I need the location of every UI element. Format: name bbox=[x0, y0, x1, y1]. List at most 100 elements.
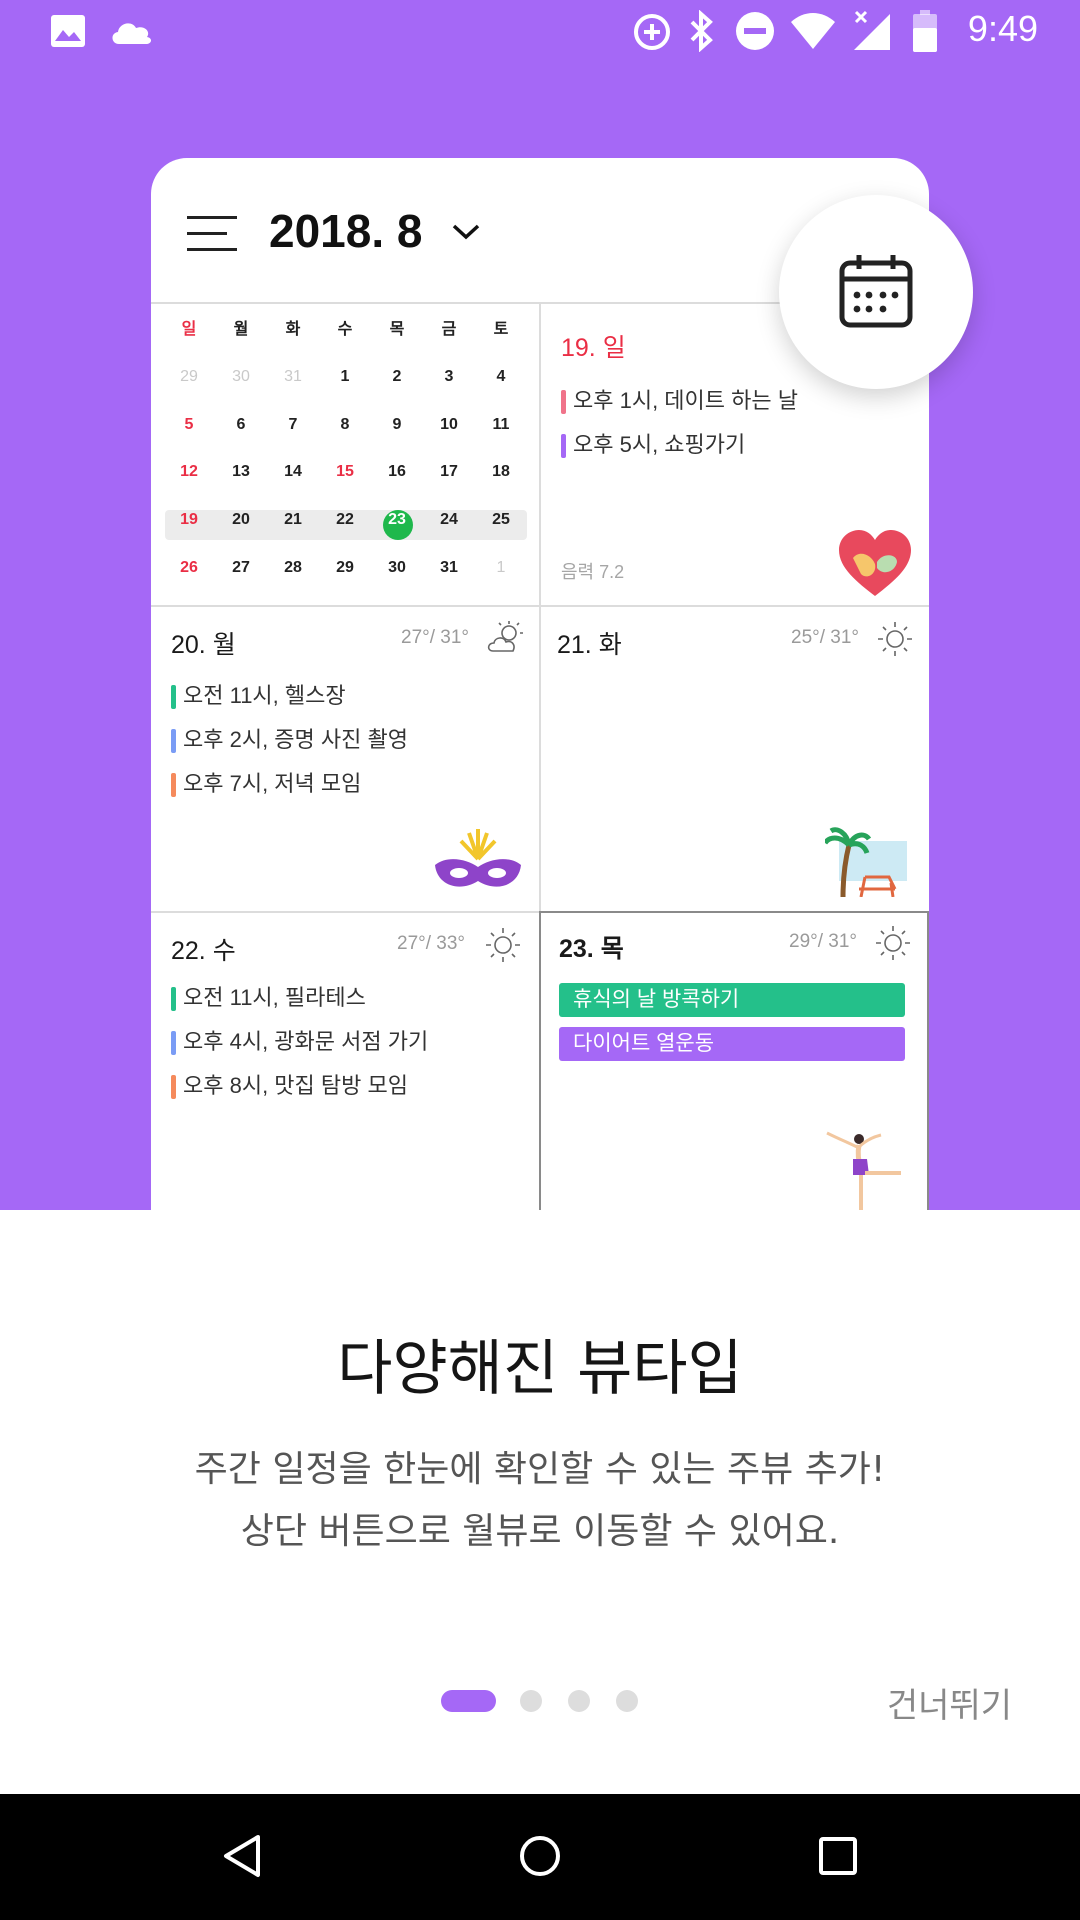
event-item: 오후 8시, 맛집 탐방 모임 bbox=[171, 1071, 408, 1101]
event-label: 오후 1시, 데이트 하는 날 bbox=[573, 388, 798, 413]
heart-icon bbox=[837, 528, 913, 602]
page-dot[interactable] bbox=[520, 1690, 542, 1712]
weekday-header: 일 월 화 수 목 금 토 bbox=[163, 310, 543, 350]
calendar-icon bbox=[839, 253, 913, 333]
event-color-bar bbox=[171, 987, 176, 1011]
date-cell: 13 bbox=[232, 463, 250, 480]
event-label: 오후 8시, 맛집 탐방 모임 bbox=[183, 1073, 408, 1098]
page-dot[interactable] bbox=[616, 1690, 638, 1712]
temperature: 27°/ 31° bbox=[401, 627, 470, 648]
date-cell: 25 bbox=[492, 511, 510, 528]
day-cell-20: 20. 월 27°/ 31° 오전 11시, 헬스장 오후 2시, 증명 사진 … bbox=[151, 607, 539, 911]
day-cell-22: 22. 수 27°/ 33° 오전 11시, 필라테스 오후 4시, 광화문 서… bbox=[151, 913, 539, 1210]
dancer-icon bbox=[823, 1127, 907, 1210]
event-item: 휴식의 날 방콕하기 bbox=[559, 983, 905, 1017]
date-cell: 5 bbox=[184, 416, 194, 433]
date-cell: 12 bbox=[180, 463, 198, 480]
partly-cloudy-icon bbox=[487, 621, 525, 659]
date-cell: 17 bbox=[440, 463, 458, 480]
event-item: 오전 11시, 헬스장 bbox=[171, 681, 346, 711]
weekday-label: 화 bbox=[285, 321, 301, 338]
chevron-down-icon bbox=[451, 222, 481, 246]
weekday-label: 목 bbox=[389, 321, 405, 338]
event-item: 오후 2시, 증명 사진 촬영 bbox=[171, 725, 408, 755]
date-cell: 10 bbox=[440, 416, 458, 433]
date-cell: 22 bbox=[336, 511, 354, 528]
sun-icon bbox=[485, 927, 521, 967]
calendar-view-button[interactable] bbox=[779, 195, 973, 389]
event-item: 오후 4시, 광화문 서점 가기 bbox=[171, 1027, 428, 1057]
skip-button[interactable]: 건너뛰기 bbox=[887, 1678, 1012, 1727]
date-cell: 9 bbox=[392, 416, 402, 433]
cloud-icon bbox=[108, 16, 154, 50]
navigation-bar bbox=[0, 1794, 1080, 1920]
recents-icon[interactable] bbox=[818, 1836, 858, 1880]
do-not-disturb-icon bbox=[734, 10, 776, 56]
week-row: 5 6 7 8 9 10 11 bbox=[163, 405, 543, 445]
weekday-label: 금 bbox=[441, 321, 457, 338]
date-cell: 26 bbox=[180, 559, 198, 576]
day-title: 20. 월 bbox=[171, 631, 236, 659]
onboarding-illustration: 9:49 2018. 8 일 월 화 수 목 금 토 29 30 31 1 2 … bbox=[0, 0, 1080, 1210]
data-saver-icon bbox=[632, 12, 672, 56]
date-cell: 24 bbox=[440, 511, 458, 528]
event-item: 오전 11시, 필라테스 bbox=[171, 983, 366, 1013]
date-cell: 14 bbox=[284, 463, 302, 480]
page-dot[interactable] bbox=[568, 1690, 590, 1712]
onboarding-headline: 다양해진 뷰타입 bbox=[337, 1334, 743, 1404]
day-title: 22. 수 bbox=[171, 937, 236, 965]
temperature: 27°/ 33° bbox=[397, 933, 466, 954]
onboarding-description-line1: 주간 일정을 한눈에 확인할 수 있는 주뷰 추가! bbox=[194, 1449, 886, 1490]
date-cell: 29 bbox=[336, 559, 354, 576]
date-cell: 30 bbox=[232, 368, 250, 385]
date-cell: 20 bbox=[232, 511, 250, 528]
weekday-label: 월 bbox=[233, 321, 249, 338]
date-cell: 1 bbox=[496, 559, 506, 576]
week-row: 19 20 21 22 23 24 25 bbox=[163, 500, 543, 540]
menu-icon bbox=[187, 214, 239, 258]
sun-icon bbox=[875, 925, 911, 965]
event-label: 오후 4시, 광화문 서점 가기 bbox=[183, 1029, 429, 1054]
signal-icon bbox=[852, 10, 892, 56]
date-cell: 19 bbox=[180, 511, 198, 528]
date-cell: 3 bbox=[444, 368, 454, 385]
date-cell: 15 bbox=[336, 463, 354, 480]
back-icon[interactable] bbox=[222, 1834, 262, 1882]
event-item: 다이어트 열운동 bbox=[559, 1027, 905, 1061]
temperature: 29°/ 31° bbox=[789, 931, 858, 952]
onboarding-description-line2: 상단 버튼으로 월뷰로 이동할 수 있어요. bbox=[240, 1511, 840, 1552]
event-color-bar bbox=[171, 1031, 176, 1055]
event-label: 오후 2시, 증명 사진 촬영 bbox=[183, 727, 408, 752]
day-title: 19. 일 bbox=[561, 334, 626, 362]
temperature: 25°/ 31° bbox=[791, 627, 860, 648]
event-color-bar bbox=[171, 729, 176, 753]
date-cell: 30 bbox=[388, 559, 406, 576]
page-dot-active[interactable] bbox=[441, 1690, 496, 1712]
day-title: 23. 목 bbox=[559, 935, 624, 963]
date-cell: 6 bbox=[236, 416, 246, 433]
date-cell: 18 bbox=[492, 463, 510, 480]
event-label: 오후 7시, 저녁 모임 bbox=[183, 771, 362, 796]
status-time: 9:49 bbox=[967, 8, 1038, 49]
date-cell: 4 bbox=[496, 368, 506, 385]
bluetooth-icon bbox=[688, 9, 716, 56]
date-cell: 29 bbox=[180, 368, 198, 385]
date-cell: 27 bbox=[232, 559, 250, 576]
weekday-label: 토 bbox=[493, 321, 509, 338]
event-label: 오전 11시, 필라테스 bbox=[183, 985, 366, 1010]
date-cell: 1 bbox=[340, 368, 350, 385]
beach-icon bbox=[822, 827, 909, 901]
mask-icon bbox=[433, 829, 523, 899]
event-color-bar bbox=[171, 1075, 176, 1099]
event-label: 오후 5시, 쇼핑가기 bbox=[573, 432, 746, 457]
week-row: 12 13 14 15 16 17 18 bbox=[163, 452, 543, 492]
status-bar: 9:49 bbox=[0, 0, 1080, 64]
date-cell: 8 bbox=[340, 416, 350, 433]
month-title: 2018. 8 bbox=[269, 205, 423, 257]
battery-icon bbox=[913, 10, 937, 56]
date-cell: 7 bbox=[288, 416, 298, 433]
date-cell: 31 bbox=[440, 559, 458, 576]
event-color-bar bbox=[561, 434, 566, 458]
event-color-bar bbox=[171, 685, 176, 709]
home-icon[interactable] bbox=[518, 1834, 562, 1882]
